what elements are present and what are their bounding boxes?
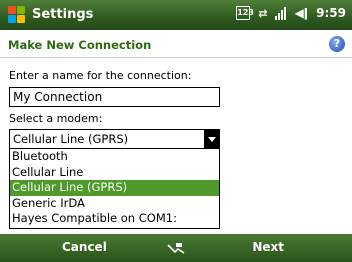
- modem-option-hayes-com1[interactable]: Hayes Compatible on COM1:: [10, 211, 219, 227]
- page-header: Make New Connection ?: [0, 30, 352, 58]
- modem-option-cellular-gprs[interactable]: Cellular Line (GPRS): [10, 180, 219, 196]
- connectivity-arrows-icon[interactable]: ⇄: [258, 7, 267, 20]
- title-bar: Settings 123 ⇄ ◀ǀ 9:59: [0, 0, 352, 30]
- softkey-bar: Cancel Next: [0, 234, 352, 262]
- connection-name-label: Enter a name for the connection:: [9, 69, 192, 82]
- modem-option-generic-irda[interactable]: Generic IrDA: [10, 196, 219, 212]
- modem-label: Select a modem:: [9, 112, 103, 125]
- windows-start-icon[interactable]: [8, 6, 26, 24]
- connection-name-input[interactable]: My Connection: [9, 87, 220, 107]
- app-title: Settings: [32, 7, 94, 22]
- speaker-icon[interactable]: ◀ǀ: [294, 6, 308, 20]
- signal-icon[interactable]: [275, 6, 287, 20]
- keyboard-icon[interactable]: [166, 241, 186, 255]
- status-icons: 123 ⇄ ◀ǀ 9:59: [236, 6, 346, 20]
- modem-dropdown-list: Bluetooth Cellular Line Cellular Line (G…: [9, 149, 220, 229]
- cancel-button[interactable]: Cancel: [62, 240, 107, 254]
- clock-time[interactable]: 9:59: [316, 6, 346, 20]
- modem-option-cellular-line[interactable]: Cellular Line: [10, 165, 219, 181]
- modem-option-bluetooth[interactable]: Bluetooth: [10, 149, 219, 165]
- modem-select[interactable]: Cellular Line (GPRS): [9, 129, 220, 149]
- input-panel-icon[interactable]: 123: [236, 6, 254, 20]
- dropdown-arrow-icon[interactable]: [204, 130, 219, 148]
- page-title: Make New Connection: [8, 38, 152, 52]
- modem-selected-value: Cellular Line (GPRS): [13, 132, 129, 146]
- help-icon[interactable]: ?: [329, 36, 345, 52]
- next-button[interactable]: Next: [252, 240, 284, 254]
